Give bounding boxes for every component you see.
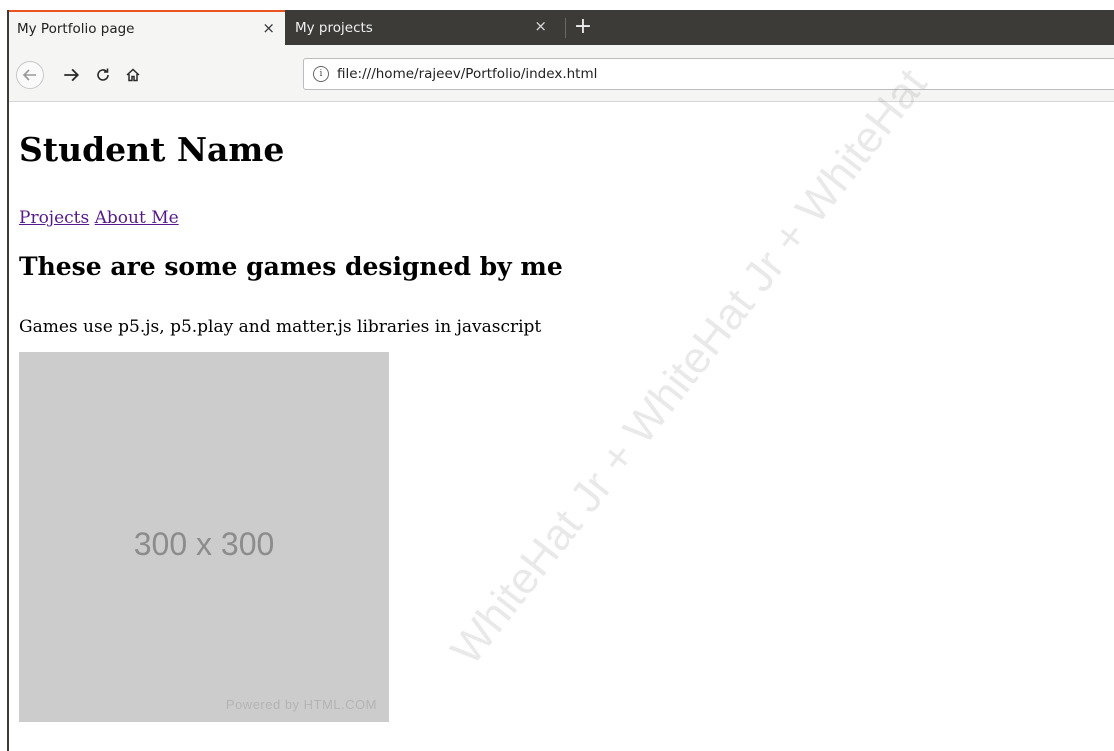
tab-my-portfolio[interactable]: My Portfolio page ×	[9, 10, 285, 45]
url-text: file:///home/rajeev/Portfolio/index.html	[337, 66, 598, 82]
reload-icon	[97, 68, 109, 81]
description: Games use p5.js, p5.play and matter.js l…	[19, 317, 542, 337]
arrow-left-icon	[22, 69, 36, 81]
info-icon[interactable]: i	[313, 66, 329, 82]
image-credit: Powered by HTML.COM	[225, 697, 377, 712]
arrow-right-icon	[64, 68, 80, 82]
home-icon	[126, 68, 140, 82]
url-bar[interactable]: i file:///home/rajeev/Portfolio/index.ht…	[303, 58, 1114, 90]
reload-button[interactable]	[89, 61, 117, 89]
nav-links: Projects About Me	[19, 208, 179, 228]
page-content: Student Name Projects About Me These are…	[19, 60, 1114, 751]
new-tab-button[interactable]: +	[570, 13, 596, 41]
tab-divider	[565, 18, 566, 38]
home-button[interactable]	[119, 61, 147, 89]
watermark: WhiteHat Jr + WhiteHat Jr + WhiteHat	[441, 59, 937, 674]
close-tab-icon[interactable]: ×	[534, 18, 547, 34]
navigation-toolbar: i file:///home/rajeev/Portfolio/index.ht…	[9, 45, 1114, 102]
image-dimensions-label: 300 x 300	[133, 526, 275, 562]
tab-strip: My Portfolio page × My projects × +	[9, 10, 1114, 45]
placeholder-image: 300 x 300 Powered by HTML.COM	[19, 352, 389, 722]
close-tab-icon[interactable]: ×	[262, 20, 275, 36]
projects-link[interactable]: Projects	[19, 208, 89, 228]
section-heading: These are some games designed by me	[19, 252, 563, 281]
browser-window: My Portfolio page × My projects × + i fi…	[7, 10, 1114, 751]
forward-button[interactable]	[57, 61, 85, 89]
tab-title: My Portfolio page	[17, 20, 135, 37]
page-title: Student Name	[19, 130, 285, 169]
about-me-link[interactable]: About Me	[95, 208, 179, 228]
back-button[interactable]	[16, 61, 44, 89]
tab-my-projects[interactable]: My projects ×	[289, 10, 561, 45]
tab-title: My projects	[295, 19, 373, 36]
